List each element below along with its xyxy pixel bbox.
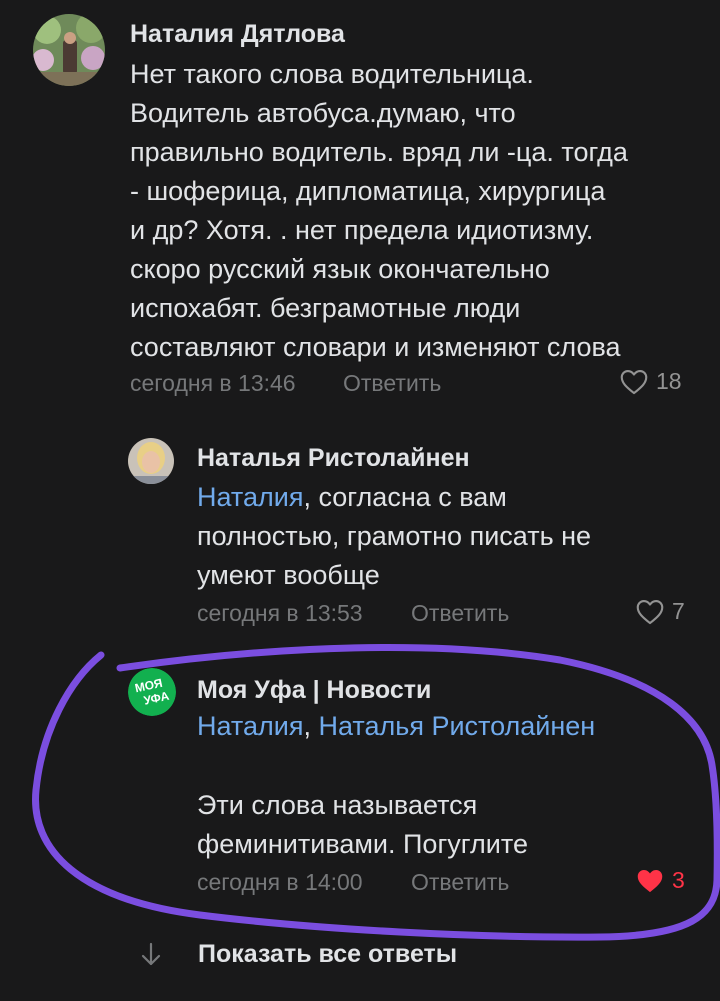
comment-time: сегодня в 13:53	[197, 600, 363, 626]
comment-text-line: Водитель автобуса.думаю, что	[130, 98, 516, 128]
mention-link[interactable]: Наталия	[197, 482, 303, 512]
arrow-down-icon	[141, 942, 161, 965]
comment-text-line: Наталия, согласна с вам	[197, 478, 507, 517]
comment-text-line: Нет такого слова водительница.	[130, 59, 534, 89]
comment-text-line: и др? Хотя. . нет предела идиотизму.	[130, 215, 594, 245]
heart-filled-icon	[637, 869, 663, 892]
comment-text-line: умеют вообще	[197, 560, 380, 590]
show-all-replies-button[interactable]: Показать все ответы	[140, 940, 457, 969]
author-name[interactable]: Моя Уфа | Новости	[197, 676, 431, 705]
like-button[interactable]: 3	[636, 867, 685, 894]
comment-text-line: - шоферица, дипломатица, хирургица	[130, 176, 606, 206]
comment-text-line: феминитивами. Погуглите	[197, 829, 528, 859]
mention-link[interactable]: Наталия	[197, 711, 303, 741]
avatar-nataliya[interactable]	[33, 14, 105, 86]
avatar-natalya[interactable]	[128, 438, 174, 484]
heart-outline-icon	[636, 599, 664, 624]
comment-text-line: полностью, грамотно писать не	[197, 521, 592, 551]
comment-time: сегодня в 14:00	[197, 869, 363, 895]
comment-text-line: Эти слова называется	[197, 790, 478, 820]
like-button[interactable]: 7	[636, 598, 685, 625]
comment-text-line: составляют словари и изменяют слова	[130, 332, 621, 362]
author-name[interactable]: Наталья Ристолайнен	[197, 444, 470, 473]
like-count: 3	[672, 867, 685, 893]
like-count: 7	[672, 598, 685, 624]
comment-text-line: Наталия, Наталья Ристолайнен	[197, 707, 595, 746]
avatar-moya-ufa[interactable]: МОЯ УФА	[128, 668, 176, 716]
mention-separator: ,	[303, 711, 311, 741]
like-button[interactable]: 18	[620, 368, 682, 395]
moya-ufa-logo: МОЯ УФА	[128, 668, 176, 716]
show-all-replies-label: Показать все ответы	[198, 940, 458, 968]
author-name[interactable]: Наталия Дятлова	[130, 20, 345, 49]
reply-button[interactable]: Ответить	[411, 869, 509, 896]
comment-text-line: правильно водитель. вряд ли -ца. тогда	[130, 137, 628, 167]
heart-outline-icon	[620, 369, 648, 394]
comment-text-fragment: , согласна с вам	[303, 482, 507, 512]
comment-text-line: скоро русский язык окончательно	[130, 254, 550, 284]
reply-button[interactable]: Ответить	[343, 370, 441, 397]
like-count: 18	[656, 368, 682, 394]
comment-text-line: испохабят. безграмотные люди	[130, 293, 521, 323]
avatar-portrait-image	[128, 438, 174, 484]
mention-link[interactable]: Наталья Ристолайнен	[319, 711, 596, 741]
reply-button[interactable]: Ответить	[411, 600, 509, 627]
avatar-garden-image	[33, 14, 105, 86]
comment-time: сегодня в 13:46	[130, 370, 296, 396]
